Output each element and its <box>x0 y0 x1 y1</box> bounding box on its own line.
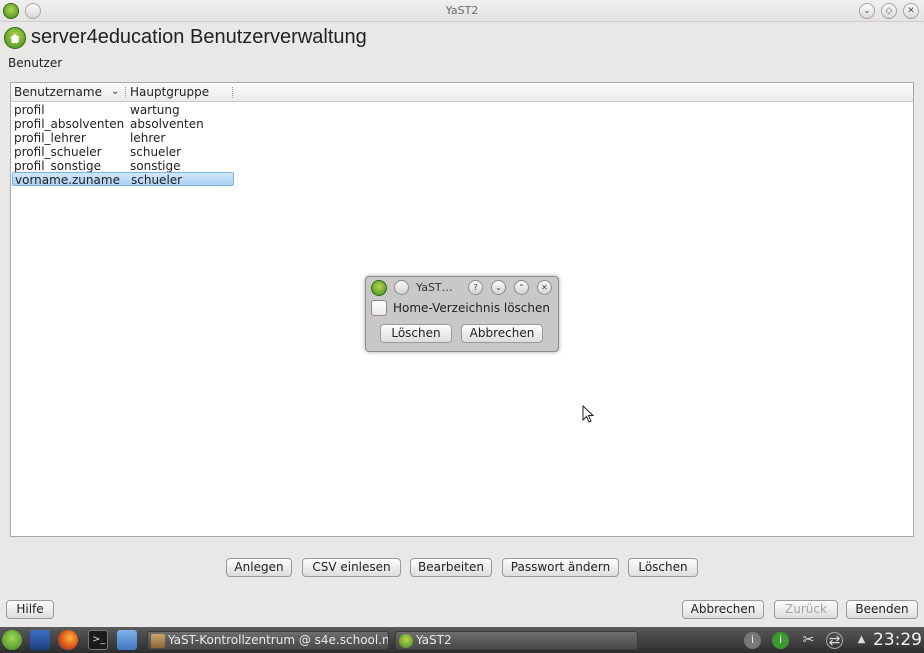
page-title: server4education Benutzerverwaltung <box>31 26 367 48</box>
cell-username: profil_lehrer <box>14 131 86 145</box>
cancel-button[interactable]: Abbrechen <box>682 600 764 619</box>
cell-group: schueler <box>131 173 183 187</box>
window-title: YaST2 <box>445 4 479 17</box>
cell-username: profil_sonstige <box>14 159 102 173</box>
maximize-icon[interactable]: ⌃ <box>514 280 529 295</box>
network-icon[interactable]: ⇄ <box>826 632 843 649</box>
tray-expand-icon[interactable]: ▲ <box>853 632 870 649</box>
sort-descending-icon[interactable]: ⌄ <box>111 86 119 97</box>
edit-user-button[interactable]: Bearbeiten <box>410 558 492 577</box>
section-label: Benutzer <box>8 56 63 70</box>
table-row[interactable]: profil_schueler schueler <box>12 145 234 159</box>
dialog-app-icon[interactable] <box>371 280 387 296</box>
table-row[interactable]: profil_lehrer lehrer <box>12 131 234 145</box>
cell-group: schueler <box>130 145 182 159</box>
minimize-icon[interactable]: ⌄ <box>859 3 875 19</box>
cell-username: profil <box>14 103 45 117</box>
maximize-icon[interactable]: ◇ <box>881 3 897 19</box>
info-icon[interactable]: i <box>744 632 761 649</box>
cell-group: lehrer <box>130 131 166 145</box>
column-header-group[interactable]: Hauptgruppe <box>130 85 209 99</box>
minimize-icon[interactable]: ⌄ <box>491 280 506 295</box>
file-manager-icon[interactable] <box>117 630 137 650</box>
dialog-delete-button[interactable]: Löschen <box>380 324 452 343</box>
cell-username: profil_schueler <box>14 145 102 159</box>
mouse-cursor-icon <box>582 405 594 423</box>
desktop-icon[interactable] <box>30 630 50 650</box>
terminal-icon[interactable]: >_ <box>88 630 108 650</box>
column-separator[interactable] <box>125 87 126 98</box>
finish-button[interactable]: Beenden <box>846 600 918 619</box>
import-csv-button[interactable]: CSV einlesen <box>302 558 401 577</box>
taskbar: >_ YaST-Kontrollzentrum @ s4e.school.ne … <box>0 627 924 653</box>
table-row[interactable]: profil_absolventen absolventen <box>12 117 234 131</box>
cell-username: profil_absolventen <box>14 117 125 131</box>
clock[interactable]: 23:29 <box>873 630 922 650</box>
delete-home-label[interactable]: Home-Verzeichnis löschen <box>393 301 550 315</box>
window-titlebar: YaST2 ⌄ ◇ ✕ <box>0 0 924 22</box>
add-user-button[interactable]: Anlegen <box>226 558 292 577</box>
task-label: YaST2 <box>416 633 452 647</box>
column-separator[interactable] <box>232 87 233 98</box>
delete-user-button[interactable]: Löschen <box>628 558 698 577</box>
delete-home-checkbox[interactable] <box>371 300 387 316</box>
yast-logo-icon <box>4 27 26 49</box>
table-header: Benutzername ⌄ Hauptgruppe <box>11 83 913 102</box>
yast2-icon <box>399 634 413 648</box>
help-icon[interactable]: ? <box>468 280 483 295</box>
clipboard-scissors-icon[interactable]: ✂ <box>800 632 817 649</box>
close-icon[interactable]: ✕ <box>903 3 919 19</box>
table-row[interactable]: profil_sonstige sonstige <box>12 159 234 173</box>
table-row-selected[interactable]: vorname.zuname schueler <box>12 172 234 187</box>
yast-control-center-icon <box>151 634 165 648</box>
dialog-title: YaST… <box>416 281 453 294</box>
back-button[interactable]: Zurück <box>774 600 838 619</box>
task-yast-control-center[interactable]: YaST-Kontrollzentrum @ s4e.school.ne <box>147 631 389 650</box>
dialog-pin-icon[interactable] <box>394 280 409 295</box>
dialog-cancel-button[interactable]: Abbrechen <box>461 324 543 343</box>
task-yast2[interactable]: YaST2 <box>395 631 638 650</box>
cell-group: sonstige <box>130 159 181 173</box>
start-menu-icon[interactable] <box>2 630 22 650</box>
task-label: YaST-Kontrollzentrum @ s4e.school.ne <box>168 633 389 647</box>
table-row[interactable]: profil wartung <box>12 103 234 117</box>
firefox-icon[interactable] <box>58 630 78 650</box>
updater-icon[interactable]: i <box>772 632 789 649</box>
cell-group: absolventen <box>130 117 204 131</box>
close-icon[interactable]: ✕ <box>537 280 552 295</box>
cell-group: wartung <box>130 103 180 117</box>
help-button[interactable]: Hilfe <box>6 600 54 619</box>
column-header-username[interactable]: Benutzername <box>14 85 102 99</box>
delete-confirm-dialog: YaST… ? ⌄ ⌃ ✕ Home-Verzeichnis löschen L… <box>365 276 559 352</box>
cell-username: vorname.zuname <box>15 173 120 187</box>
change-password-button[interactable]: Passwort ändern <box>502 558 619 577</box>
